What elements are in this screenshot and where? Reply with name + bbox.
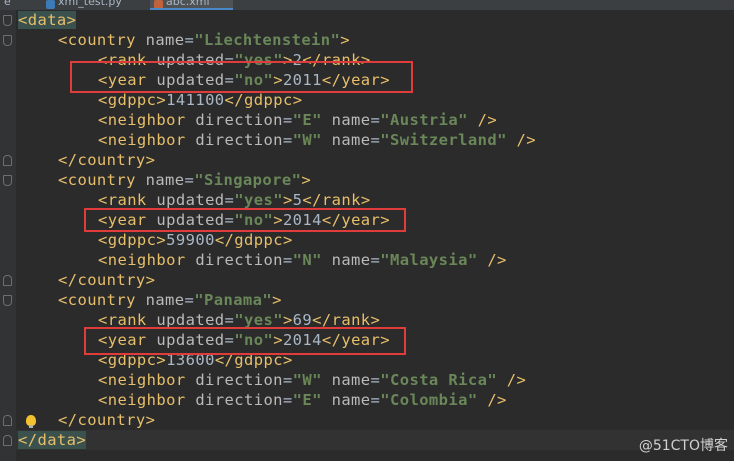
lightbulb-icon[interactable] (26, 415, 36, 428)
xml-file-icon (154, 0, 163, 8)
fold-toggle-icon[interactable] (3, 415, 12, 426)
fold-toggle-icon[interactable] (3, 35, 12, 46)
watermark: @51CTO博客 (638, 438, 728, 454)
code-line: </data> (18, 431, 87, 449)
highlight-box-year-panama (84, 327, 406, 355)
current-line-highlight (16, 430, 734, 450)
code-line: <country name="Panama"> (58, 291, 282, 309)
code-line: <country name="Liechtenstein"> (58, 31, 350, 49)
fold-toggle-icon[interactable] (3, 275, 12, 286)
code-line: </country> (58, 411, 156, 429)
highlight-box-year-liechtenstein (70, 61, 413, 93)
fold-toggle-icon[interactable] (3, 155, 12, 166)
code-line: <gdppc>59900</gdppc> (98, 231, 293, 249)
fold-toggle-icon[interactable] (3, 295, 12, 306)
code-line: <gdppc>141100</gdppc> (98, 91, 303, 109)
editor-tab-bar: e xml_test.py abc.xml (0, 0, 734, 10)
code-line: <country name="Singapore"> (58, 171, 312, 189)
fold-toggle-icon[interactable] (3, 435, 12, 446)
fold-toggle-icon[interactable] (3, 15, 12, 26)
tab-label: xml_test.py (58, 0, 122, 8)
tab-xml-test-py[interactable]: xml_test.py (42, 0, 146, 10)
tab-abc-xml[interactable]: abc.xml (150, 0, 233, 10)
code-line: <rank updated="yes">5</rank> (98, 191, 371, 209)
code-line: <neighbor direction="W" name="Switzerlan… (98, 131, 536, 149)
highlight-box-year-singapore (84, 208, 406, 232)
editor-gutter (0, 10, 16, 461)
code-line: <neighbor direction="E" name="Colombia" … (98, 391, 507, 409)
tab-label: abc.xml (166, 0, 210, 8)
fold-toggle-icon[interactable] (3, 175, 12, 186)
tab-label: e (4, 0, 11, 8)
python-file-icon (46, 0, 55, 9)
code-line: <data> (18, 11, 77, 29)
code-line: <neighbor direction="N" name="Malaysia" … (98, 251, 507, 269)
code-line: </country> (58, 151, 156, 169)
code-line: </country> (58, 271, 156, 289)
tab-truncated[interactable]: e (0, 0, 18, 10)
code-line: <neighbor direction="E" name="Austria" /… (98, 111, 498, 129)
code-line: <neighbor direction="W" name="Costa Rica… (98, 371, 527, 389)
